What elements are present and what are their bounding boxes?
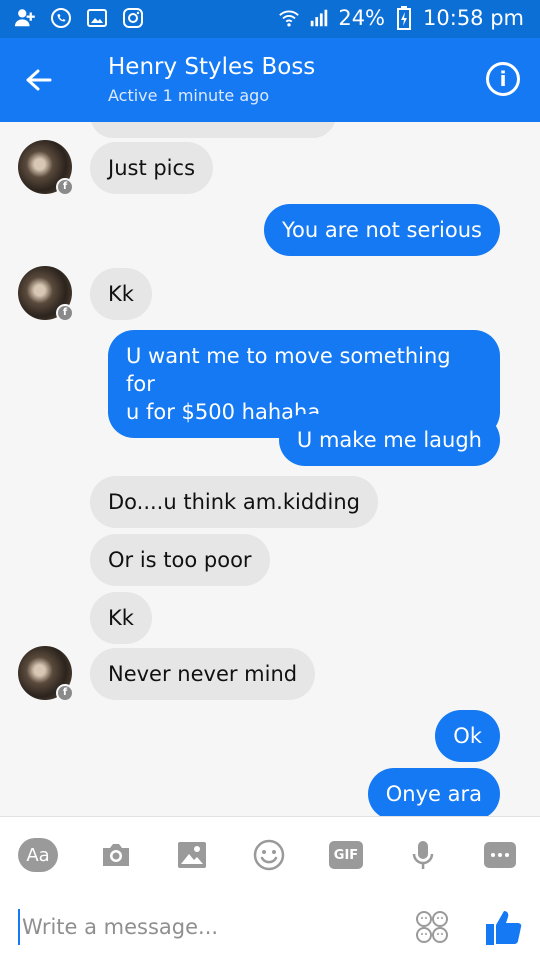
messenger-badge-icon: f: [56, 684, 74, 702]
message-bubble[interactable]: Do....u think am.kidding: [90, 476, 378, 528]
contact-name[interactable]: Henry Styles Boss: [108, 54, 315, 80]
gif-button[interactable]: GIF: [326, 835, 366, 875]
emoji-button[interactable]: [249, 835, 289, 875]
status-bar: 24% 10:58 pm: [0, 0, 540, 38]
emoji-icon: [253, 839, 285, 871]
image-icon: [178, 842, 206, 868]
sticker-button[interactable]: [414, 909, 450, 945]
message-bubble[interactable]: Never never mind: [90, 648, 316, 700]
sticker-icon: [416, 911, 448, 943]
message-line: U want me to move something for: [126, 344, 451, 396]
instagram-icon: [122, 7, 144, 29]
whatsapp-icon: [50, 7, 72, 29]
message-bubble[interactable]: Kk: [90, 268, 152, 320]
more-button[interactable]: [480, 835, 520, 875]
wifi-icon: [278, 7, 300, 29]
messenger-badge-icon: f: [56, 304, 74, 322]
signal-icon: [308, 7, 330, 29]
avatar[interactable]: f: [18, 140, 74, 196]
camera-button[interactable]: [96, 835, 136, 875]
info-button[interactable]: i: [486, 62, 520, 96]
info-icon: i: [499, 67, 507, 91]
message-bubble-cutoff: [90, 122, 336, 138]
message-bubble[interactable]: Ok: [435, 710, 500, 762]
more-icon: [484, 842, 516, 868]
message-list[interactable]: f Just pics You are not serious f Kk U w…: [0, 122, 540, 816]
text-format-button[interactable]: Aa: [18, 835, 58, 875]
clock: 10:58 pm: [423, 6, 524, 30]
like-icon: [486, 911, 522, 945]
message-input[interactable]: [18, 909, 388, 945]
battery-charging-icon: [393, 6, 415, 30]
message-bubble[interactable]: Or is too poor: [90, 534, 270, 586]
gif-icon: GIF: [329, 841, 363, 869]
camera-icon: [103, 844, 129, 866]
message-bubble[interactable]: Onye ara: [367, 768, 500, 816]
messenger-badge-icon: f: [56, 178, 74, 196]
back-arrow-icon: [26, 69, 52, 91]
gallery-icon: [86, 7, 108, 29]
microphone-icon: [412, 841, 434, 869]
message-bubble[interactable]: U make me laugh: [278, 414, 500, 466]
like-button[interactable]: [484, 907, 524, 947]
voice-button[interactable]: [403, 835, 443, 875]
active-status: Active 1 minute ago: [108, 86, 270, 105]
conversation-header: Henry Styles Boss Active 1 minute ago i: [0, 38, 540, 122]
aa-icon: Aa: [18, 838, 58, 872]
avatar[interactable]: f: [18, 646, 74, 702]
photo-button[interactable]: [172, 835, 212, 875]
message-bubble[interactable]: You are not serious: [263, 204, 500, 256]
battery-percent: 24%: [338, 6, 386, 30]
add-user-icon: [14, 7, 36, 29]
composer: Aa GIF: [0, 816, 540, 960]
avatar[interactable]: f: [18, 266, 74, 322]
message-bubble[interactable]: Just pics: [90, 142, 214, 194]
back-button[interactable]: [18, 60, 58, 100]
message-bubble[interactable]: Kk: [90, 592, 152, 644]
